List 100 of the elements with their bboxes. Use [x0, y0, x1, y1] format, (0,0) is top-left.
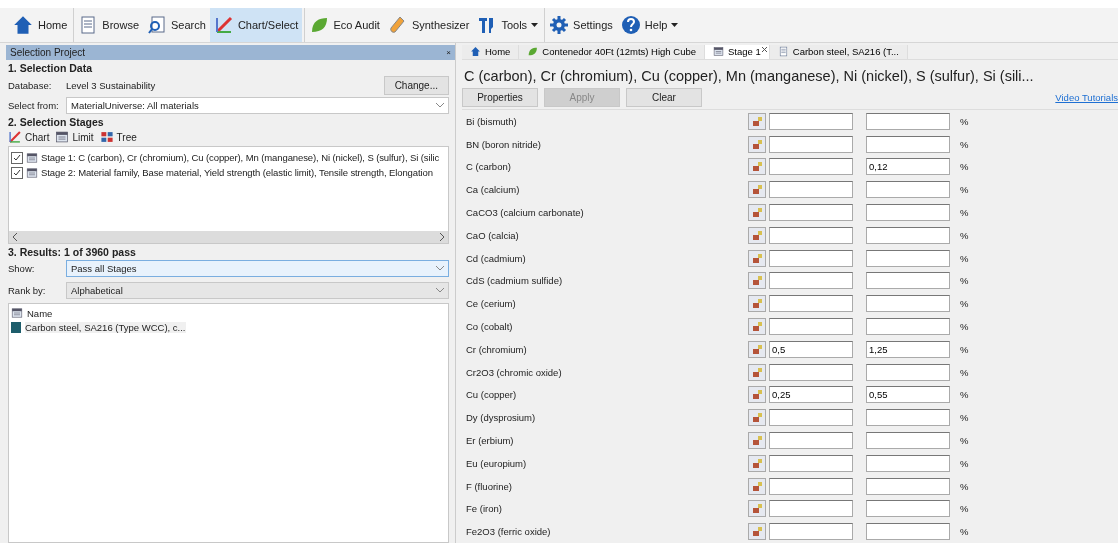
toolbar-button[interactable]: Home	[8, 8, 72, 42]
max-field[interactable]: 0,12	[866, 158, 950, 176]
panel-title: Selection Project	[10, 47, 86, 58]
change-button[interactable]: Change...	[383, 76, 449, 95]
max-field[interactable]	[866, 112, 950, 130]
tab[interactable]: Contenedor 40Ft (12mts) High Cube	[519, 45, 705, 59]
max-field[interactable]	[866, 523, 950, 541]
chart-button[interactable]	[748, 317, 766, 335]
max-field[interactable]	[866, 295, 950, 313]
checkbox[interactable]	[11, 151, 23, 164]
chart-icon	[8, 130, 22, 144]
toolbar-button[interactable]: Help	[616, 8, 683, 42]
min-field[interactable]	[769, 249, 853, 267]
min-field[interactable]: 0,5	[769, 340, 853, 358]
select-dropdown[interactable]: MaterialUniverse: All materials	[66, 97, 449, 114]
max-field[interactable]	[866, 272, 950, 290]
toolbar-button[interactable]: Synthesizer	[383, 8, 474, 42]
min-field[interactable]	[769, 477, 853, 495]
chart-icon	[751, 366, 763, 378]
stage-tool-button[interactable]: Limit	[55, 130, 94, 144]
min-field[interactable]	[769, 272, 853, 290]
min-field[interactable]	[769, 112, 853, 130]
max-field[interactable]	[866, 249, 950, 267]
max-field[interactable]	[866, 226, 950, 244]
min-field[interactable]	[769, 409, 853, 427]
property-name: Cu (copper)	[465, 389, 518, 401]
min-field[interactable]	[769, 523, 853, 541]
chart-button[interactable]	[748, 500, 766, 518]
chart-button[interactable]	[748, 523, 766, 541]
column-header[interactable]: Name	[27, 307, 53, 319]
max-field[interactable]	[866, 135, 950, 153]
show-dropdown[interactable]: Pass all Stages	[66, 260, 449, 277]
chart-button[interactable]	[748, 409, 766, 427]
toolbar-button[interactable]: Search	[143, 8, 210, 42]
video-tutorials-link[interactable]: Video Tutorials	[1055, 91, 1118, 103]
min-field[interactable]	[769, 454, 853, 472]
toolbar-button[interactable]: Eco Audit	[304, 8, 384, 42]
chart-button[interactable]	[748, 431, 766, 449]
max-field[interactable]	[866, 363, 950, 381]
chart-button[interactable]	[748, 340, 766, 358]
unit-label: %	[960, 252, 969, 264]
min-field[interactable]	[769, 317, 853, 335]
chart-button[interactable]	[748, 272, 766, 290]
chart-icon	[751, 457, 763, 469]
action-button[interactable]: Properties	[462, 87, 538, 107]
chart-button[interactable]	[748, 363, 766, 381]
max-field[interactable]	[866, 477, 950, 495]
chart-button[interactable]	[748, 386, 766, 404]
tab[interactable]: Home	[462, 45, 520, 59]
chart-button[interactable]	[748, 203, 766, 221]
chart-icon	[751, 412, 763, 424]
action-button[interactable]: Clear	[626, 87, 702, 107]
chart-button[interactable]	[748, 181, 766, 199]
min-field[interactable]	[769, 363, 853, 381]
min-field[interactable]	[769, 158, 853, 176]
checkbox[interactable]	[11, 166, 23, 179]
chart-button[interactable]	[748, 135, 766, 153]
max-field[interactable]	[866, 409, 950, 427]
max-field[interactable]: 1,25	[866, 340, 950, 358]
max-field[interactable]	[866, 203, 950, 221]
chart-button[interactable]	[748, 112, 766, 130]
toolbar-button[interactable]: Browse	[73, 8, 144, 42]
max-field[interactable]	[866, 181, 950, 199]
min-field[interactable]	[769, 226, 853, 244]
min-field[interactable]	[769, 181, 853, 199]
min-field[interactable]: 0,25	[769, 386, 853, 404]
max-field[interactable]	[866, 317, 950, 335]
chart-button[interactable]	[748, 295, 766, 313]
table-icon	[713, 46, 724, 58]
field-label: Select from:	[8, 100, 60, 111]
toolbar-button[interactable]: Settings	[544, 8, 617, 42]
max-field[interactable]	[866, 500, 950, 518]
min-field[interactable]	[769, 500, 853, 518]
min-field[interactable]	[769, 203, 853, 221]
tab[interactable]: Carbon steel, SA216 (T...	[769, 45, 908, 59]
min-field[interactable]	[769, 135, 853, 153]
result-item[interactable]: Carbon steel, SA216 (Type WCC), c...	[25, 321, 186, 333]
stage-tool-button[interactable]: Tree	[99, 130, 137, 144]
max-field[interactable]	[866, 431, 950, 449]
property-name: Fe (iron)	[465, 503, 503, 515]
min-field[interactable]	[769, 295, 853, 313]
unit-label: %	[960, 457, 969, 469]
rank-dropdown[interactable]: Alphabetical	[66, 282, 449, 299]
stage-label[interactable]: Stage 1: C (carbon), Cr (chromium), Cu (copper), Mn (manganese), Ni (nickel), S (sulfur), Si (silic	[41, 152, 440, 163]
chart-button[interactable]	[748, 477, 766, 495]
max-field[interactable]: 0,55	[866, 386, 950, 404]
scrollbar[interactable]	[9, 231, 448, 243]
chart-button[interactable]	[748, 158, 766, 176]
unit-label: %	[960, 206, 969, 218]
min-field[interactable]	[769, 431, 853, 449]
chart-button[interactable]	[748, 226, 766, 244]
chart-button[interactable]	[748, 249, 766, 267]
toolbar-button[interactable]: Tools	[473, 8, 543, 42]
chart-button[interactable]	[748, 454, 766, 472]
tab[interactable]: Stage 1	[705, 45, 770, 59]
close-button[interactable]: ×	[446, 48, 451, 57]
stage-tool-button[interactable]: Chart	[8, 130, 50, 144]
max-field[interactable]	[866, 454, 950, 472]
stage-label[interactable]: Stage 2: Material family, Base material, Yield strength (elastic limit), Tensile strength, Elongation	[41, 167, 433, 178]
toolbar-button[interactable]: Chart/Select	[209, 8, 303, 42]
